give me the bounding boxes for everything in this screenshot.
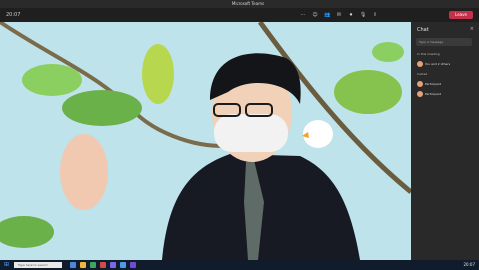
panel-title: Chat: [417, 27, 429, 33]
avatar: [417, 81, 423, 87]
app-icon[interactable]: [90, 262, 96, 268]
app-icon[interactable]: [130, 262, 136, 268]
window-titlebar: Microsoft Teams: [0, 0, 479, 8]
avatar: [417, 91, 423, 97]
participant-name: Participant: [425, 82, 442, 86]
leave-button[interactable]: Leave: [449, 11, 473, 19]
start-icon[interactable]: ⊞: [4, 262, 10, 268]
chat-icon[interactable]: ✉: [336, 12, 342, 18]
window-title: Microsoft Teams: [231, 1, 265, 6]
panel-section-title: Invited: [417, 72, 428, 76]
close-icon[interactable]: ×: [470, 26, 474, 32]
more-icon[interactable]: ⋯: [300, 12, 306, 18]
react-icon[interactable]: ☺: [312, 12, 318, 18]
avatar: [417, 61, 423, 67]
camera-icon[interactable]: ⏺: [348, 12, 354, 18]
panel-section-title: In this meeting: [417, 52, 440, 56]
participant-row[interactable]: Participant: [417, 80, 475, 88]
mic-icon[interactable]: 🎙: [360, 12, 366, 18]
people-icon[interactable]: 👥: [324, 12, 330, 18]
chat-input[interactable]: Type a message: [416, 38, 472, 46]
participant-name: Participant: [425, 92, 442, 96]
share-icon[interactable]: ⇪: [372, 12, 378, 18]
app-icon[interactable]: [120, 262, 126, 268]
app-icon[interactable]: [110, 262, 116, 268]
participant-row[interactable]: Participant: [417, 90, 475, 98]
participant-name: You and 2 others: [425, 62, 451, 66]
taskbar-clock: 20:07: [463, 262, 475, 267]
meeting-time: 20:07: [6, 12, 21, 18]
participant-row[interactable]: You and 2 others: [417, 60, 475, 68]
taskbar: ⊞ Type here to search 20:07: [0, 260, 479, 270]
app-icon[interactable]: [80, 262, 86, 268]
app-icon[interactable]: [100, 262, 106, 268]
search-input[interactable]: Type here to search: [14, 262, 62, 268]
app-icon[interactable]: [70, 262, 76, 268]
meeting-toolbar: 20:07 ⋯ ☺ 👥 ✉ ⏺ 🎙 ⇪ Leave: [0, 8, 479, 22]
chat-panel: Chat × Type a message In this meeting Yo…: [411, 22, 479, 260]
participant-video: [0, 22, 411, 260]
video-stage: [0, 22, 411, 260]
